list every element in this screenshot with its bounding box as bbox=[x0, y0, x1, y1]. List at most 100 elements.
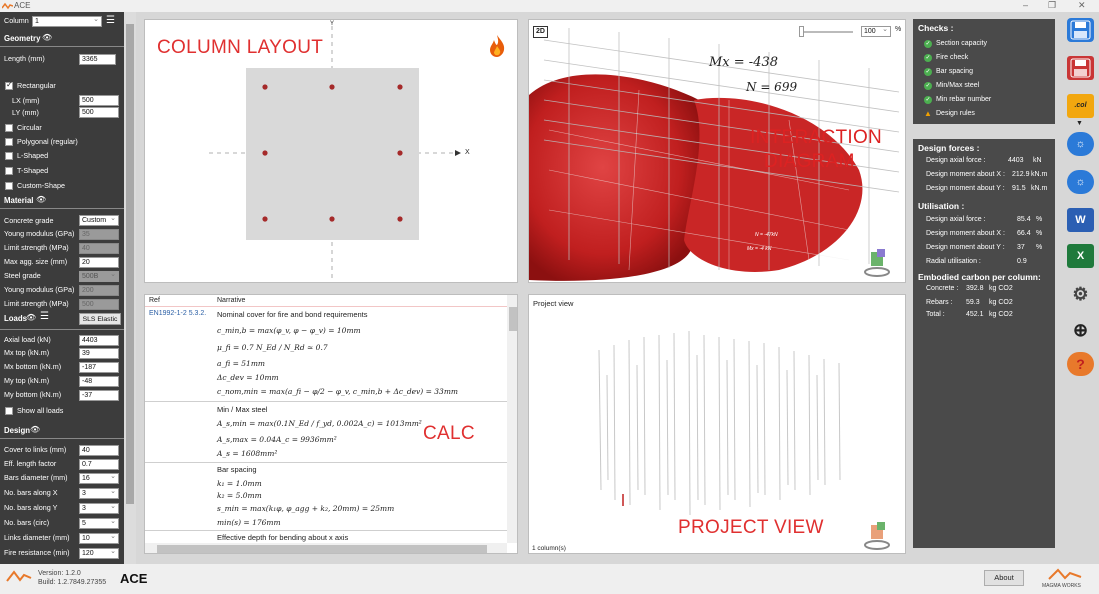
sls-elastic-button[interactable]: SLS Elastic bbox=[79, 313, 121, 325]
loads-heading: Loads bbox=[4, 314, 27, 323]
my-bottom-label: My bottom (kN.m) bbox=[4, 390, 62, 399]
left-scrollbar[interactable] bbox=[124, 12, 136, 564]
close-button[interactable]: ✕ bbox=[1078, 0, 1086, 11]
excel-export-icon[interactable]: X bbox=[1067, 244, 1094, 268]
cover-field[interactable]: 40 bbox=[79, 445, 119, 456]
util-axial-value: 85.4 bbox=[1017, 216, 1031, 223]
ref-link[interactable]: EN1992-1-2 5.3.2. bbox=[149, 310, 206, 317]
toggle-2d-button[interactable]: 2D bbox=[533, 26, 548, 38]
total-carbon-unit: kg CO2 bbox=[989, 311, 1013, 318]
view-cube-icon[interactable] bbox=[863, 521, 891, 551]
agg-size-field[interactable]: 20 bbox=[79, 257, 119, 268]
my-bottom-field[interactable]: -37 bbox=[79, 390, 119, 401]
moment-x-unit: kN.m bbox=[1031, 171, 1048, 178]
brand-text: MAGMA WORKS bbox=[1042, 583, 1081, 589]
project-view-label: PROJECT VIEW bbox=[678, 517, 824, 538]
list-icon[interactable]: ☰ bbox=[106, 15, 115, 26]
zoom-select[interactable]: 100 bbox=[861, 25, 891, 37]
show-all-loads-label: Show all loads bbox=[17, 406, 64, 415]
calc-label: CALC bbox=[423, 423, 475, 444]
about-button[interactable]: About bbox=[984, 570, 1024, 586]
steel-young-label: Young modulus (GPa) bbox=[4, 285, 75, 294]
rectangular-checkbox[interactable] bbox=[5, 80, 13, 90]
lshaped-checkbox[interactable] bbox=[5, 152, 13, 160]
list-icon[interactable]: ☰ bbox=[40, 311, 49, 322]
calc-hscrollbar[interactable] bbox=[145, 543, 507, 553]
mx-bottom-field[interactable]: -187 bbox=[79, 362, 119, 373]
check-ok-icon: ✓ bbox=[924, 96, 932, 104]
help-icon[interactable]: ? bbox=[1067, 352, 1094, 376]
save-icon[interactable] bbox=[1067, 18, 1094, 42]
steel-limit-label: Limit strength (MPa) bbox=[4, 299, 69, 308]
interaction-label-2: DIAGRAM bbox=[764, 151, 855, 172]
show-all-loads-checkbox[interactable] bbox=[5, 407, 13, 415]
steel-limit-field[interactable]: 500 bbox=[79, 299, 119, 310]
zoom-slider-thumb[interactable] bbox=[799, 26, 804, 37]
length-field[interactable]: 3365 bbox=[79, 54, 116, 65]
title-bar: ACE – ❐ ✕ bbox=[0, 0, 1099, 12]
axial-load-field[interactable]: 4403 bbox=[79, 335, 119, 346]
limit-strength-field[interactable]: 40 bbox=[79, 243, 119, 254]
bars-diameter-select[interactable]: 16 bbox=[79, 472, 119, 484]
calc-vscrollbar[interactable] bbox=[507, 295, 517, 543]
zoom-slider-track[interactable] bbox=[799, 31, 853, 33]
mx-top-field[interactable]: 39 bbox=[79, 348, 119, 359]
my-top-field[interactable]: -48 bbox=[79, 376, 119, 387]
view-cube-icon[interactable] bbox=[863, 248, 891, 278]
circular-label: Circular bbox=[17, 123, 42, 132]
calc-line: A_s = 1608mm² bbox=[217, 449, 278, 458]
rebars-carbon-unit: kg CO2 bbox=[989, 299, 1013, 306]
brain-icon[interactable]: ☼ bbox=[1067, 132, 1094, 156]
calc-line: min(s) = 176mm bbox=[217, 518, 281, 527]
settings-icon[interactable]: ⚙ bbox=[1067, 282, 1094, 306]
minimize-button[interactable]: – bbox=[1023, 0, 1028, 10]
checks-panel: Checks : ✓ Section capacity ✓ Fire check ✓… bbox=[913, 19, 1055, 124]
brain-star-icon[interactable]: ☼ bbox=[1067, 170, 1094, 194]
ly-field[interactable]: 500 bbox=[79, 107, 119, 118]
radial-util-label: Radial utilisation : bbox=[926, 258, 981, 265]
check-item: ✓ Min rebar number bbox=[924, 96, 992, 104]
eye-icon[interactable]: 👁 bbox=[30, 425, 40, 434]
links-diameter-select[interactable]: 10 bbox=[79, 532, 119, 544]
warning-icon: ▲ bbox=[924, 109, 932, 118]
restore-button[interactable]: ❐ bbox=[1048, 0, 1056, 11]
dropdown-arrow-icon[interactable]: ▼ bbox=[1076, 120, 1083, 127]
steel-grade-select[interactable]: 500B bbox=[79, 270, 119, 282]
calc-panel[interactable]: Ref Narrative EN1992-1-2 5.3.2. Nominal … bbox=[144, 294, 518, 554]
column-layout-panel[interactable]: COLUMN LAYOUT X Y bbox=[144, 19, 518, 283]
column-select[interactable]: 1 bbox=[32, 15, 102, 27]
save-as-icon[interactable] bbox=[1067, 56, 1094, 80]
carbon-title: Embodied carbon per column: bbox=[918, 272, 1041, 282]
tshaped-label: T-Shaped bbox=[17, 166, 49, 175]
fire-resistance-select[interactable]: 120 bbox=[79, 547, 119, 559]
eye-icon[interactable]: 👁 bbox=[42, 33, 52, 42]
open-col-file-icon[interactable]: .col bbox=[1067, 94, 1094, 118]
bars-circ-select[interactable]: 5 bbox=[79, 517, 119, 529]
magma-logo-icon bbox=[6, 570, 32, 582]
bars-x-select[interactable]: 3 bbox=[79, 487, 119, 499]
polygonal-checkbox[interactable] bbox=[5, 138, 13, 146]
results-panel: Design forces : Design axial force : 440… bbox=[913, 139, 1055, 548]
total-carbon-value: 452.1 bbox=[966, 311, 984, 318]
project-view-panel[interactable]: Project view PROJECT VIEW 1 column(s) bbox=[528, 294, 906, 554]
bars-y-select[interactable]: 3 bbox=[79, 502, 119, 514]
narrative-column-header: Narrative bbox=[217, 297, 246, 304]
lx-field[interactable]: 500 bbox=[79, 95, 119, 106]
eye-icon[interactable]: 👁 bbox=[36, 195, 46, 204]
young-modulus-label: Young modulus (GPa) bbox=[4, 229, 75, 238]
steel-young-field[interactable]: 200 bbox=[79, 285, 119, 296]
app-logo-icon bbox=[2, 2, 13, 10]
concrete-grade-select[interactable]: Custom bbox=[79, 214, 119, 226]
young-modulus-field[interactable]: 35 bbox=[79, 229, 119, 240]
interaction-diagram-panel[interactable]: 2D 100 % Mx = -438 N = 699 INTERACTION D… bbox=[528, 19, 906, 283]
eff-length-field[interactable]: 0.7 bbox=[79, 459, 119, 470]
eye-icon[interactable]: 👁 bbox=[26, 313, 36, 322]
word-export-icon[interactable]: W bbox=[1067, 208, 1094, 232]
circular-checkbox[interactable] bbox=[5, 124, 13, 132]
design-heading: Design bbox=[4, 426, 30, 435]
util-mx-value: 66.4 bbox=[1017, 230, 1031, 237]
globe-icon[interactable]: ⊕ bbox=[1067, 318, 1094, 342]
customshape-checkbox[interactable] bbox=[5, 182, 13, 190]
tshaped-checkbox[interactable] bbox=[5, 167, 13, 175]
calc-line: c_nom,min = max(a_fi − φ/2 − φ_v, c_min,… bbox=[217, 387, 459, 396]
